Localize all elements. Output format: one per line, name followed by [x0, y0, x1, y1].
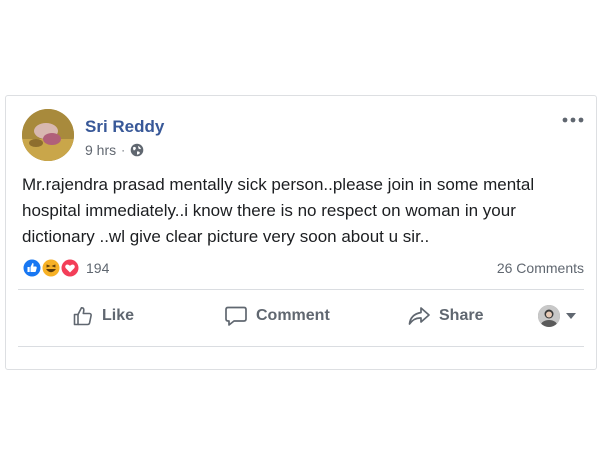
comment-label: Comment [256, 307, 330, 324]
globe-icon[interactable] [130, 143, 144, 157]
thumbs-up-icon [73, 306, 92, 326]
chevron-down-icon [566, 313, 576, 319]
post-meta: 9 hrs · [85, 142, 144, 158]
divider [18, 346, 584, 347]
reaction-count[interactable]: 194 [86, 260, 109, 276]
share-button[interactable]: Share [407, 294, 483, 338]
haha-reaction-icon [41, 258, 61, 278]
more-options-icon[interactable] [562, 112, 584, 123]
share-icon [408, 307, 430, 325]
author-avatar[interactable] [22, 109, 74, 161]
post-text: Mr.rajendra prasad mentally sick person.… [22, 175, 535, 246]
share-label: Share [439, 307, 484, 324]
reactions-row: 194 26 Comments [22, 256, 584, 280]
comment-count[interactable]: 26 Comments [497, 260, 584, 276]
reaction-icons[interactable] [22, 258, 82, 278]
divider [18, 289, 584, 290]
like-label: Like [102, 307, 135, 324]
user-avatar [538, 305, 560, 327]
meta-separator: · [121, 143, 126, 157]
action-bar: Like Comment Share [18, 294, 584, 338]
love-reaction-icon [60, 258, 80, 278]
author-name[interactable]: Sri Reddy [85, 117, 164, 137]
like-button[interactable]: Like [72, 294, 134, 338]
post-card: Sri Reddy 9 hrs · Mr.rajendra prasad men… [5, 95, 597, 370]
like-reaction-icon [22, 258, 42, 278]
comment-button[interactable]: Comment [224, 294, 330, 338]
audience-selector[interactable] [538, 304, 578, 328]
comment-icon [225, 306, 247, 326]
post-timestamp[interactable]: 9 hrs [85, 142, 116, 158]
post-header: Sri Reddy 9 hrs · [22, 109, 582, 161]
